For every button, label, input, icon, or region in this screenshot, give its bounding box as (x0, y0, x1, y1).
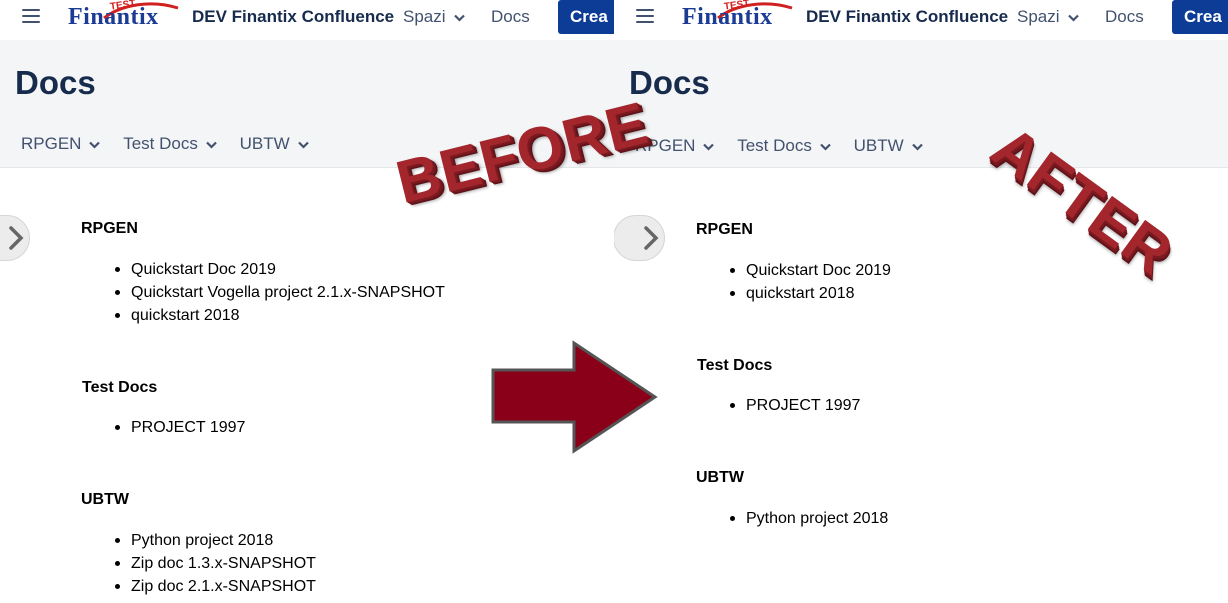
subnav-item-rpgen[interactable]: RPGEN (21, 134, 101, 154)
nav-docs-link[interactable]: Docs (1105, 7, 1144, 27)
chevron-right-icon (644, 226, 659, 250)
before-panel: Finantix TEST DEV Finantix Confluence Sp… (0, 0, 614, 603)
chevron-down-icon (911, 143, 923, 151)
space-subnav: RPGEN Test Docs UBTW (635, 136, 941, 156)
doc-link[interactable]: Zip doc 1.3.x-SNAPSHOT (113, 552, 316, 575)
doc-link[interactable]: Quickstart Vogella project 2.1.x-SNAPSHO… (113, 281, 445, 304)
doc-link[interactable]: Python project 2018 (728, 507, 888, 530)
doc-list-rpgen: Quickstart Doc 2019 Quickstart Vogella p… (113, 258, 445, 327)
space-subnav: RPGEN Test Docs UBTW (21, 134, 327, 154)
site-title[interactable]: DEV Finantix Confluence (192, 7, 394, 27)
nav-spazi-label: Spazi (403, 7, 446, 26)
doc-link[interactable]: Quickstart Doc 2019 (113, 258, 445, 281)
section-title-test-docs: Test Docs (697, 357, 773, 374)
nav-spazi-label: Spazi (1017, 7, 1060, 26)
doc-list-ubtw: Python project 2018 (728, 507, 888, 530)
sidebar-expand-button[interactable] (0, 215, 30, 261)
doc-link[interactable]: Quickstart Doc 2019 (728, 259, 891, 282)
chevron-right-icon (9, 226, 24, 250)
chevron-down-icon (297, 141, 309, 149)
doc-list-test-docs: PROJECT 1997 (728, 394, 860, 417)
doc-list-ubtw: Python project 2018 Zip doc 1.3.x-SNAPSH… (113, 529, 316, 598)
nav-docs-link[interactable]: Docs (491, 7, 530, 27)
top-navigation-bar: Finantix TEST DEV Finantix Confluence Sp… (614, 0, 1228, 40)
doc-link[interactable]: quickstart 2018 (113, 304, 445, 327)
section-title-test-docs: Test Docs (82, 379, 158, 396)
chevron-down-icon (206, 141, 217, 149)
subnav-item-label: UBTW (853, 136, 904, 155)
nav-spazi-menu[interactable]: Spazi (403, 7, 465, 27)
doc-link[interactable]: quickstart 2018 (728, 282, 891, 305)
subnav-item-test-docs[interactable]: Test Docs (737, 136, 831, 156)
arrow-right-icon (491, 340, 658, 454)
hamburger-icon[interactable] (22, 9, 40, 25)
chevron-down-icon (703, 143, 715, 151)
sidebar-expand-button[interactable] (614, 215, 665, 261)
space-title: Docs (629, 64, 710, 101)
doc-link[interactable]: PROJECT 1997 (113, 416, 245, 439)
subnav-item-label: Test Docs (737, 136, 812, 155)
finantix-logo[interactable]: Finantix TEST (682, 0, 794, 34)
chevron-down-icon (820, 143, 831, 151)
hamburger-icon[interactable] (636, 9, 654, 25)
section-title-ubtw: UBTW (81, 491, 129, 508)
chevron-down-icon (453, 14, 465, 22)
doc-link[interactable]: Zip doc 2.1.x-SNAPSHOT (113, 575, 316, 598)
finantix-logo[interactable]: Finantix TEST (68, 0, 180, 34)
section-title-rpgen: RPGEN (696, 221, 753, 238)
subnav-item-label: RPGEN (21, 134, 82, 153)
subnav-item-label: UBTW (239, 134, 290, 153)
chevron-down-icon (89, 141, 101, 149)
space-title: Docs (15, 64, 96, 101)
section-title-ubtw: UBTW (696, 469, 744, 486)
subnav-item-ubtw[interactable]: UBTW (240, 134, 309, 154)
doc-list-rpgen: Quickstart Doc 2019 quickstart 2018 (728, 259, 891, 305)
subnav-item-ubtw[interactable]: UBTW (854, 136, 923, 156)
space-header: Docs RPGEN Test Docs UBTW (614, 40, 1228, 168)
subnav-item-test-docs[interactable]: Test Docs (123, 134, 217, 154)
doc-list-test-docs: PROJECT 1997 (113, 416, 245, 439)
doc-link[interactable]: Python project 2018 (113, 529, 316, 552)
after-panel: Finantix TEST DEV Finantix Confluence Sp… (614, 0, 1228, 603)
subnav-item-label: Test Docs (123, 134, 198, 153)
site-title[interactable]: DEV Finantix Confluence (806, 7, 1008, 27)
comparison-stage: Finantix TEST DEV Finantix Confluence Sp… (0, 0, 1228, 603)
chevron-down-icon (1067, 14, 1079, 22)
nav-spazi-menu[interactable]: Spazi (1017, 7, 1079, 27)
section-title-rpgen: RPGEN (81, 220, 138, 237)
doc-link[interactable]: PROJECT 1997 (728, 394, 860, 417)
create-button[interactable]: Crea (558, 0, 614, 34)
create-button[interactable]: Crea (1172, 0, 1228, 34)
top-navigation-bar: Finantix TEST DEV Finantix Confluence Sp… (0, 0, 614, 40)
